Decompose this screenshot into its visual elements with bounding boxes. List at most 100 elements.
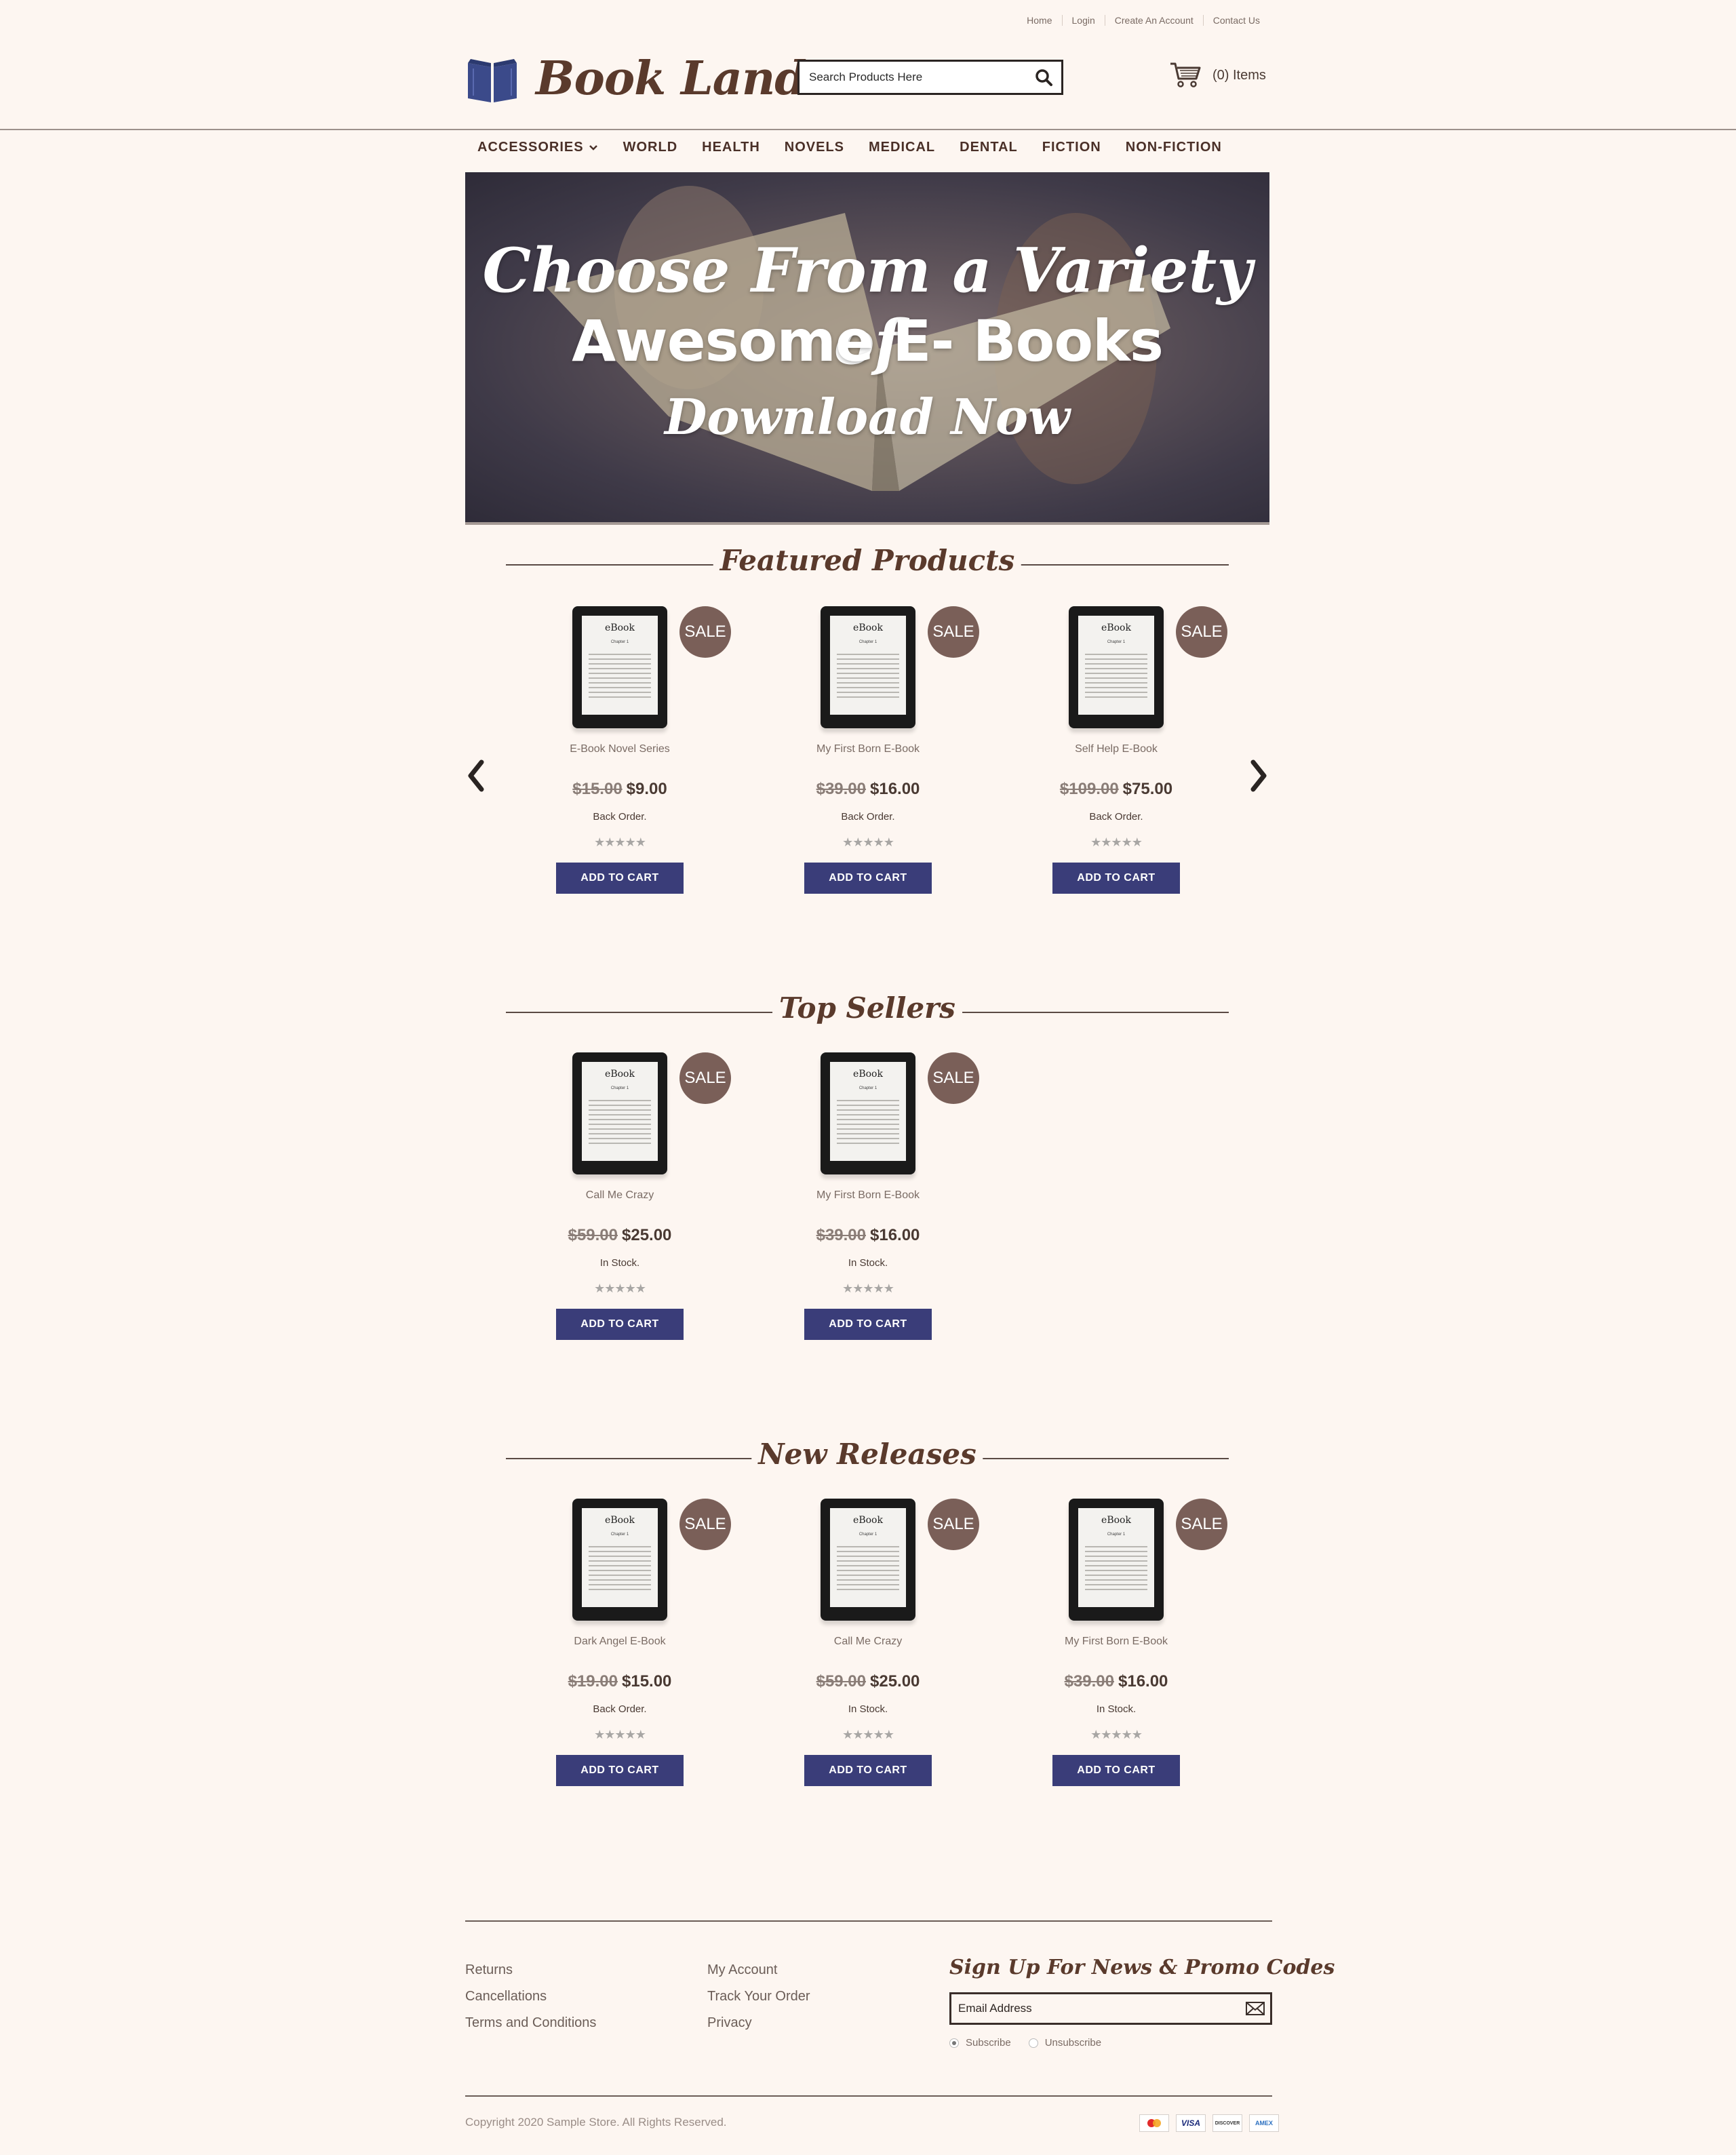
sale-badge: SALE xyxy=(928,1499,979,1550)
sale-price: $16.00 xyxy=(870,780,920,798)
ebook-chapter: Chapter 1 xyxy=(859,1086,877,1090)
sale-badge: SALE xyxy=(679,1052,731,1104)
rating-stars-icon: ★★★★★ xyxy=(842,1728,894,1741)
envelope-icon[interactable] xyxy=(1240,2000,1270,2017)
sale-price: $9.00 xyxy=(626,780,667,798)
footer-link-track-order[interactable]: Track Your Order xyxy=(707,1983,810,2010)
search-input[interactable] xyxy=(800,71,1026,84)
nav-item-medical[interactable]: MEDICAL xyxy=(856,140,947,155)
rating-stars-icon: ★★★★★ xyxy=(594,1282,646,1295)
product-card: eBook Chapter 1 SALE My First Born E-Book $3… xyxy=(1012,1499,1227,1790)
nav-item-non-fiction[interactable]: NON-FICTION xyxy=(1113,140,1234,155)
add-to-cart-button[interactable]: ADD TO CART xyxy=(1052,863,1180,894)
ebook-screen-title: eBook xyxy=(605,1515,635,1526)
ebook-screen: eBook Chapter 1 xyxy=(830,1508,906,1607)
add-to-cart-button[interactable]: ADD TO CART xyxy=(556,863,684,894)
radio-selected-icon xyxy=(949,2038,959,2048)
add-to-cart-button[interactable]: ADD TO CART xyxy=(804,863,932,894)
footer-links-col2: My Account Track Your Order Privacy xyxy=(707,1957,810,2036)
product-price: $39.00 $16.00 xyxy=(764,780,972,799)
add-to-cart-button[interactable]: ADD TO CART xyxy=(556,1309,684,1340)
stock-status: In Stock. xyxy=(848,1257,888,1269)
carousel-prev-arrow-icon[interactable] xyxy=(462,755,490,796)
product-price: $59.00 $25.00 xyxy=(515,1226,724,1245)
product-price: $109.00 $75.00 xyxy=(1012,780,1221,799)
footer-link-privacy[interactable]: Privacy xyxy=(707,2010,810,2036)
footer-link-returns[interactable]: Returns xyxy=(465,1957,596,1983)
radio-label: Unsubscribe xyxy=(1044,2037,1102,2049)
ebook-reader-image[interactable]: eBook Chapter 1 xyxy=(1069,606,1164,728)
top-link-create-account[interactable]: Create An Account xyxy=(1104,15,1203,26)
stock-status: In Stock. xyxy=(599,1257,640,1269)
ebook-reader-image[interactable]: eBook Chapter 1 xyxy=(572,1499,667,1621)
nav-item-novels[interactable]: NOVELS xyxy=(772,140,856,155)
ebook-text-lines xyxy=(837,1100,899,1144)
product-name[interactable]: Call Me Crazy xyxy=(764,1636,972,1648)
ebook-screen-title: eBook xyxy=(1101,622,1131,633)
product-name[interactable]: My First Born E-Book xyxy=(764,743,972,755)
nav-item-world[interactable]: WORLD xyxy=(611,140,690,155)
section-heading: Featured Products xyxy=(713,544,1022,577)
add-to-cart-button[interactable]: ADD TO CART xyxy=(804,1755,932,1786)
section-heading: New Releases xyxy=(751,1438,983,1471)
product-name[interactable]: My First Born E-Book xyxy=(764,1189,972,1202)
sale-price: $16.00 xyxy=(870,1226,920,1244)
stock-status: Back Order. xyxy=(841,811,895,823)
product-price: $59.00 $25.00 xyxy=(764,1672,972,1691)
ebook-text-lines xyxy=(1085,1546,1147,1590)
top-link-home[interactable]: Home xyxy=(1017,15,1061,26)
unsubscribe-radio[interactable]: Unsubscribe xyxy=(1028,2037,1102,2049)
ebook-reader-image[interactable]: eBook Chapter 1 xyxy=(821,606,915,728)
site-logo[interactable]: Book Land xyxy=(465,52,807,106)
top-link-login[interactable]: Login xyxy=(1061,15,1105,26)
nav-item-accessories[interactable]: ACCESSORIES xyxy=(465,140,611,155)
add-to-cart-button[interactable]: ADD TO CART xyxy=(556,1755,684,1786)
product-name[interactable]: Call Me Crazy xyxy=(515,1189,724,1202)
old-price: $109.00 xyxy=(1059,780,1119,798)
top-link-contact-us[interactable]: Contact Us xyxy=(1202,15,1269,26)
ebook-reader-image[interactable]: eBook Chapter 1 xyxy=(572,1052,667,1174)
product-name[interactable]: My First Born E-Book xyxy=(1012,1636,1221,1648)
ebook-screen-title: eBook xyxy=(853,622,883,633)
sale-price: $25.00 xyxy=(870,1672,920,1691)
old-price: $39.00 xyxy=(816,780,866,798)
mastercard-icon xyxy=(1139,2114,1169,2132)
email-field[interactable] xyxy=(951,2002,1240,2015)
product-name[interactable]: E-Book Novel Series xyxy=(515,743,724,755)
stock-status: Back Order. xyxy=(593,1703,647,1715)
hero-banner[interactable]: Choose From a Variety of Awesome E- Book… xyxy=(465,172,1269,523)
ebook-reader-image[interactable]: eBook Chapter 1 xyxy=(1069,1499,1164,1621)
ebook-reader-image[interactable]: eBook Chapter 1 xyxy=(572,606,667,728)
sale-badge: SALE xyxy=(928,606,979,658)
footer-links-col1: Returns Cancellations Terms and Conditio… xyxy=(465,1957,596,2036)
ebook-chapter: Chapter 1 xyxy=(1107,640,1126,644)
search-icon[interactable] xyxy=(1026,62,1061,93)
visa-icon: VISA xyxy=(1176,2114,1206,2132)
footer-link-my-account[interactable]: My Account xyxy=(707,1957,810,1983)
add-to-cart-button[interactable]: ADD TO CART xyxy=(804,1309,932,1340)
ebook-screen-title: eBook xyxy=(853,1515,883,1526)
cart-summary[interactable]: (0) Items xyxy=(1169,61,1266,90)
section-title-featured: Featured Products xyxy=(506,544,1229,585)
sale-price: $25.00 xyxy=(622,1226,672,1244)
product-name[interactable]: Dark Angel E-Book xyxy=(515,1636,724,1648)
add-to-cart-button[interactable]: ADD TO CART xyxy=(1052,1755,1180,1786)
nav-item-fiction[interactable]: FICTION xyxy=(1030,140,1113,155)
ebook-reader-image[interactable]: eBook Chapter 1 xyxy=(821,1499,915,1621)
ebook-text-lines xyxy=(1085,654,1147,698)
nav-item-dental[interactable]: DENTAL xyxy=(947,140,1030,155)
ebook-reader-image[interactable]: eBook Chapter 1 xyxy=(821,1052,915,1174)
product-card: eBook Chapter 1 SALE Call Me Crazy $59.00 $25… xyxy=(764,1499,979,1790)
product-card: eBook Chapter 1 SALE Dark Angel E-Book $19.0… xyxy=(515,1499,731,1790)
sale-price: $75.00 xyxy=(1122,780,1173,798)
main-nav: ACCESSORIES WORLD HEALTH NOVELS MEDICAL … xyxy=(465,140,1234,155)
nav-item-label: ACCESSORIES xyxy=(477,140,584,155)
carousel-next-arrow-icon[interactable] xyxy=(1245,755,1272,796)
hero-download-now[interactable]: Download Now xyxy=(465,388,1269,446)
subscribe-radio[interactable]: Subscribe xyxy=(949,2037,1011,2049)
rating-stars-icon: ★★★★★ xyxy=(842,835,894,849)
nav-item-health[interactable]: HEALTH xyxy=(690,140,772,155)
footer-link-cancellations[interactable]: Cancellations xyxy=(465,1983,596,2010)
product-name[interactable]: Self Help E-Book xyxy=(1012,743,1221,755)
footer-link-terms[interactable]: Terms and Conditions xyxy=(465,2010,596,2036)
